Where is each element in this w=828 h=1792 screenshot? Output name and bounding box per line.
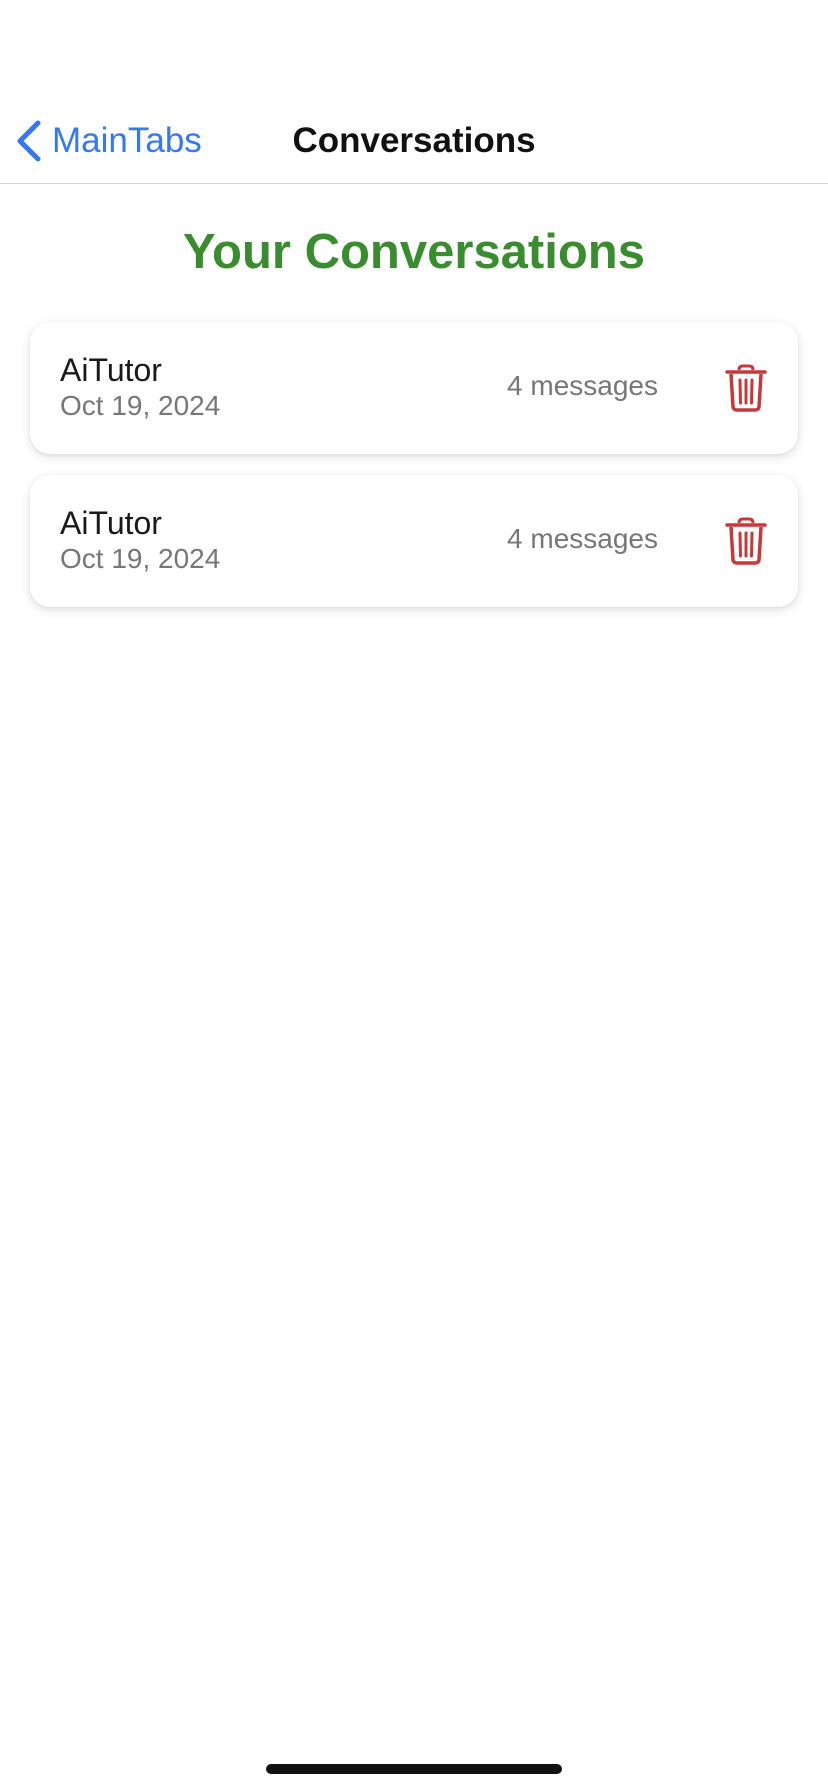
navigation-bar: MainTabs Conversations bbox=[0, 0, 828, 184]
trash-icon bbox=[724, 517, 768, 565]
conversation-message-count: 4 messages bbox=[507, 370, 658, 401]
conversation-name: AiTutor bbox=[60, 352, 162, 388]
page-title: Your Conversations bbox=[183, 225, 645, 279]
delete-conversation-button[interactable] bbox=[724, 517, 768, 565]
conversation-name: AiTutor bbox=[60, 505, 162, 541]
conversation-card[interactable]: AiTutor Oct 19, 2024 4 messages bbox=[30, 475, 798, 607]
conversation-card[interactable]: AiTutor Oct 19, 2024 4 messages bbox=[30, 322, 798, 454]
conversation-list: AiTutor Oct 19, 2024 4 messages AiTutor bbox=[30, 322, 798, 628]
nav-title: Conversations bbox=[292, 121, 536, 160]
conversations-screen: MainTabs Conversations Your Conversation… bbox=[0, 0, 828, 1792]
trash-icon bbox=[724, 364, 768, 412]
delete-conversation-button[interactable] bbox=[724, 364, 768, 412]
conversation-date: Oct 19, 2024 bbox=[60, 390, 221, 421]
home-indicator bbox=[266, 1764, 562, 1774]
conversation-message-count: 4 messages bbox=[507, 523, 658, 554]
conversation-date: Oct 19, 2024 bbox=[60, 543, 221, 574]
